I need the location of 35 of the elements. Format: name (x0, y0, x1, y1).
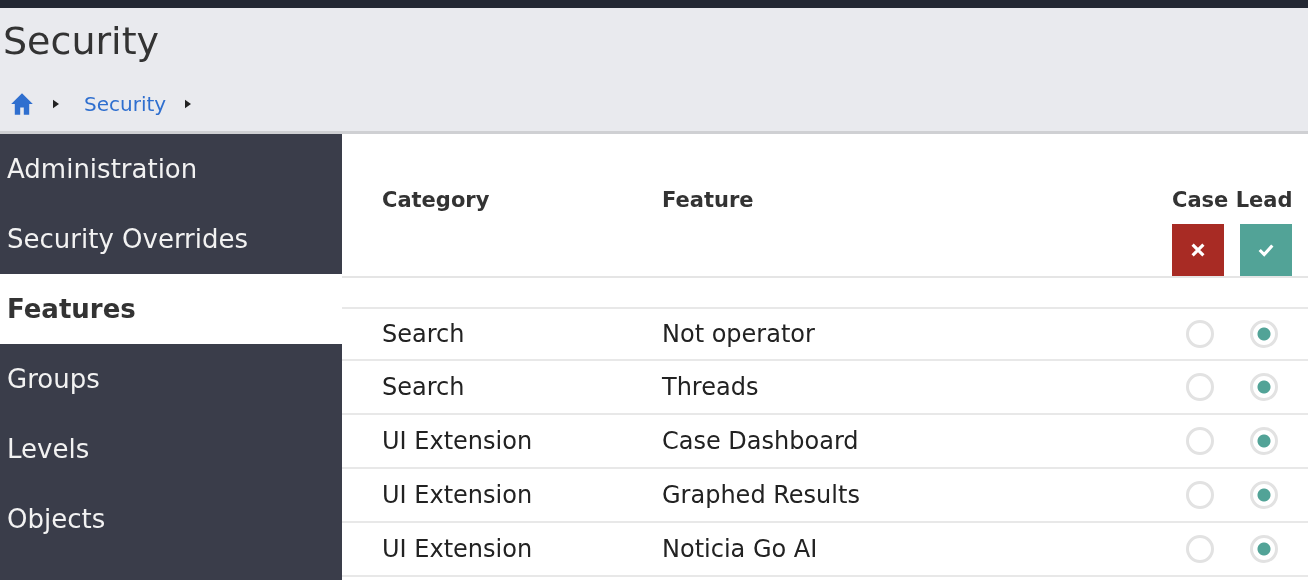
sidebar-item[interactable]: Objects (0, 484, 342, 554)
table-cell-text: Case Dashboard (662, 427, 860, 455)
radio-button[interactable] (1250, 535, 1278, 563)
table-cell-text: Not operator (662, 320, 816, 348)
sidebar-item[interactable]: Security Overrides (0, 204, 342, 274)
radio-button[interactable] (1186, 320, 1214, 348)
radio-button[interactable] (1186, 373, 1214, 401)
table-cell-text: UI Extension (382, 481, 534, 509)
page-title: Security (2, 18, 161, 65)
deny-all-button[interactable] (1172, 224, 1224, 276)
radio-button[interactable] (1250, 373, 1278, 401)
column-header: Feature (662, 187, 755, 212)
radio-button[interactable] (1186, 427, 1214, 455)
table-cell-text: Noticia Go AI (662, 535, 819, 563)
column-header: Case Lead (1172, 188, 1293, 212)
table-cell-text: Search (382, 320, 466, 348)
home-icon[interactable] (10, 92, 34, 116)
radio-button[interactable] (1186, 481, 1214, 509)
radio-button[interactable] (1250, 481, 1278, 509)
allow-all-button[interactable] (1240, 224, 1292, 276)
close-icon (1189, 241, 1207, 259)
table-cell-text: Threads (662, 373, 760, 401)
table-cell-text: Graphed Results (662, 481, 861, 509)
radio-button[interactable] (1250, 427, 1278, 455)
sidebar-item[interactable]: Groups (0, 344, 342, 414)
table-cell-text: UI Extension (382, 535, 534, 563)
table-cell-text: UI Extension (382, 427, 534, 455)
radio-button[interactable] (1186, 535, 1214, 563)
sidebar-item[interactable]: Levels (0, 414, 342, 484)
column-header: Category (382, 187, 491, 212)
sidebar-item[interactable]: Features (0, 274, 342, 344)
table-cell-text: Search (382, 373, 466, 401)
sidebar-item[interactable]: Administration (0, 134, 342, 204)
radio-button[interactable] (1250, 320, 1278, 348)
breadcrumb-link[interactable]: Security (84, 92, 167, 116)
